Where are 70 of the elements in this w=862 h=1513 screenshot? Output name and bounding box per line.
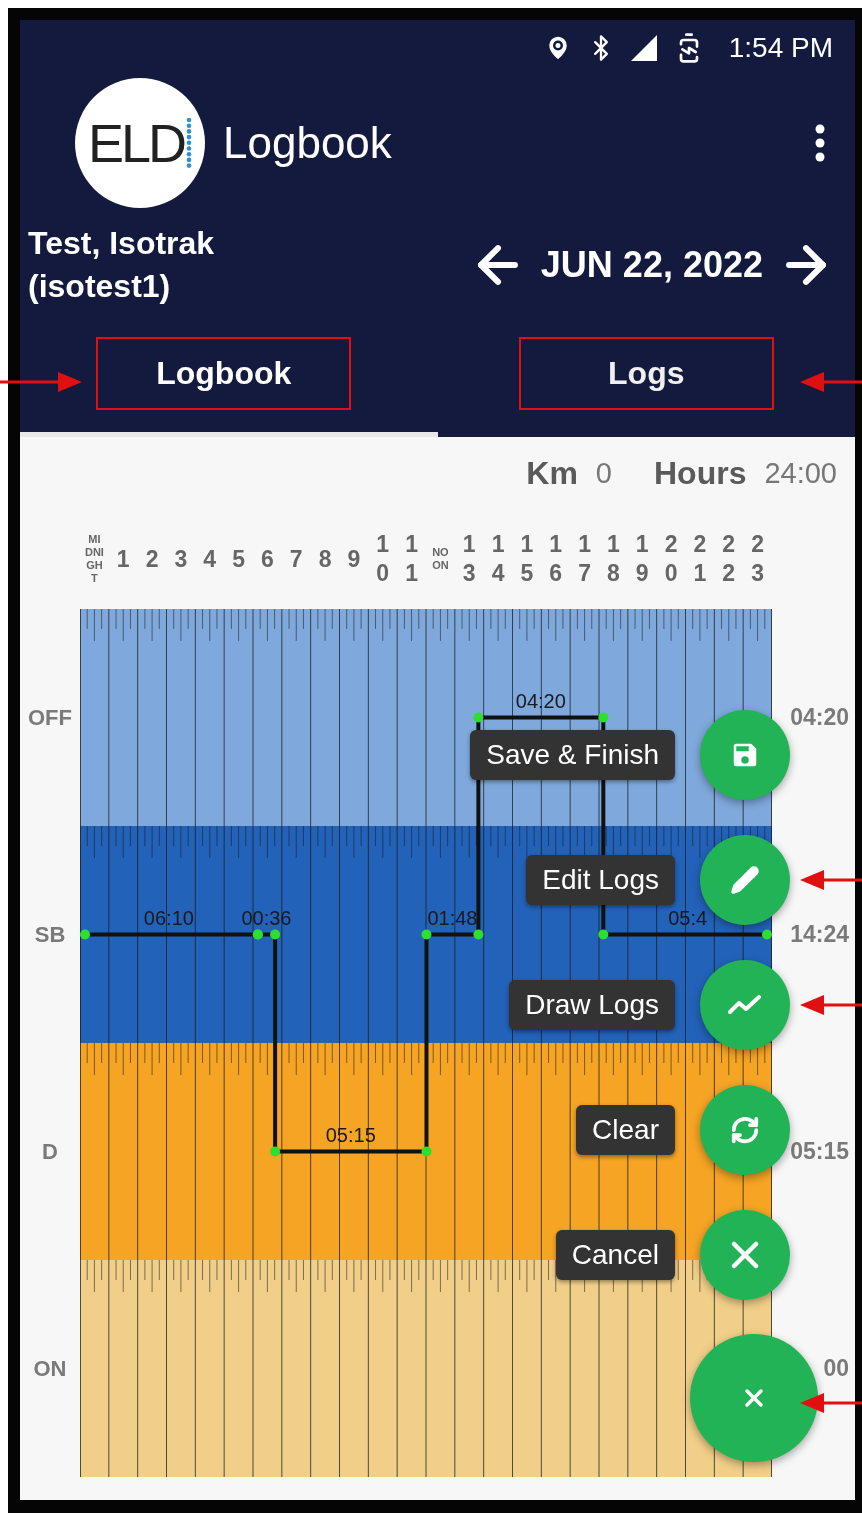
annotation-arrow (800, 370, 862, 394)
log-point (270, 929, 281, 940)
status-total: 05:15 (790, 1138, 849, 1165)
hour-label: 22 (721, 530, 737, 588)
app-title: Logbook (223, 117, 392, 168)
refresh-icon (730, 1115, 760, 1145)
hour-label: 20 (663, 530, 679, 588)
log-date: JUN 22, 2022 (540, 244, 763, 286)
km-value: 0 (595, 456, 612, 490)
hour-label: 19 (634, 530, 650, 588)
hour-label: 13 (461, 530, 477, 588)
status-total: 00 (823, 1355, 849, 1382)
status-time: 1:54 PM (728, 31, 833, 64)
zigzag-line-icon (728, 994, 762, 1016)
status-label: OFF (28, 704, 72, 731)
log-point (598, 929, 609, 940)
log-point (421, 929, 432, 940)
status-total: 04:20 (790, 704, 849, 731)
hour-label: 18 (606, 530, 621, 588)
fab-label: Clear (576, 1105, 675, 1155)
hour-label: 6 (260, 544, 275, 574)
log-point (473, 929, 484, 940)
log-point (80, 929, 90, 940)
tab[interactable]: Logbook (96, 337, 352, 410)
fab-label: Draw Logs (509, 980, 675, 1030)
annotation-arrow (800, 993, 862, 1017)
hours-label: Hours (653, 454, 747, 492)
hour-label: 8 (317, 544, 333, 574)
more-vertical-icon (815, 123, 825, 162)
annotation-arrow (800, 1391, 862, 1415)
pencil-icon (730, 865, 760, 895)
hour-label: 3 (173, 544, 189, 574)
log-point (598, 712, 609, 723)
more-menu-button[interactable] (815, 123, 825, 162)
tab[interactable]: Logs (518, 337, 774, 410)
hour-label: NOON (431, 545, 450, 573)
hour-label: 7 (288, 544, 304, 574)
driver-username: (isotest1) (28, 267, 172, 306)
fab-label: Cancel (555, 1230, 675, 1280)
status-label: D (42, 1138, 58, 1165)
hour-label: MIDNIGHT (84, 532, 105, 586)
hour-label: 9 (346, 544, 362, 574)
logo-text: ELD (87, 111, 184, 174)
hour-label: 4 (202, 544, 218, 574)
hour-label: 10 (375, 530, 391, 588)
status-total: 14:24 (790, 921, 849, 948)
km-label: Km (526, 454, 578, 492)
hour-label: 5 (231, 544, 246, 574)
hour-label: 14 (490, 530, 506, 588)
log-point (762, 929, 772, 940)
hour-label: 15 (519, 530, 535, 588)
fab-label: Save & Finish (470, 730, 675, 780)
dotted-bar-icon (186, 116, 192, 169)
status-label: ON (33, 1355, 67, 1382)
log-point (421, 1146, 432, 1157)
hour-label: 23 (750, 530, 765, 588)
log-point (473, 712, 484, 723)
hours-value: 24:00 (764, 456, 837, 490)
log-point (270, 1146, 281, 1157)
status-label: SB (34, 921, 66, 948)
hour-label: 17 (577, 530, 592, 588)
duration-label: 00:36 (241, 906, 292, 929)
annotation-arrow (800, 868, 862, 892)
hour-label: 16 (548, 530, 564, 588)
hour-label: 2 (144, 544, 160, 574)
hour-label: 21 (692, 530, 708, 588)
hour-label: 1 (115, 544, 131, 574)
fab-label: Edit Logs (526, 855, 675, 905)
hour-label: 11 (404, 530, 419, 588)
driver-name: Test, Isotrak (28, 223, 215, 263)
